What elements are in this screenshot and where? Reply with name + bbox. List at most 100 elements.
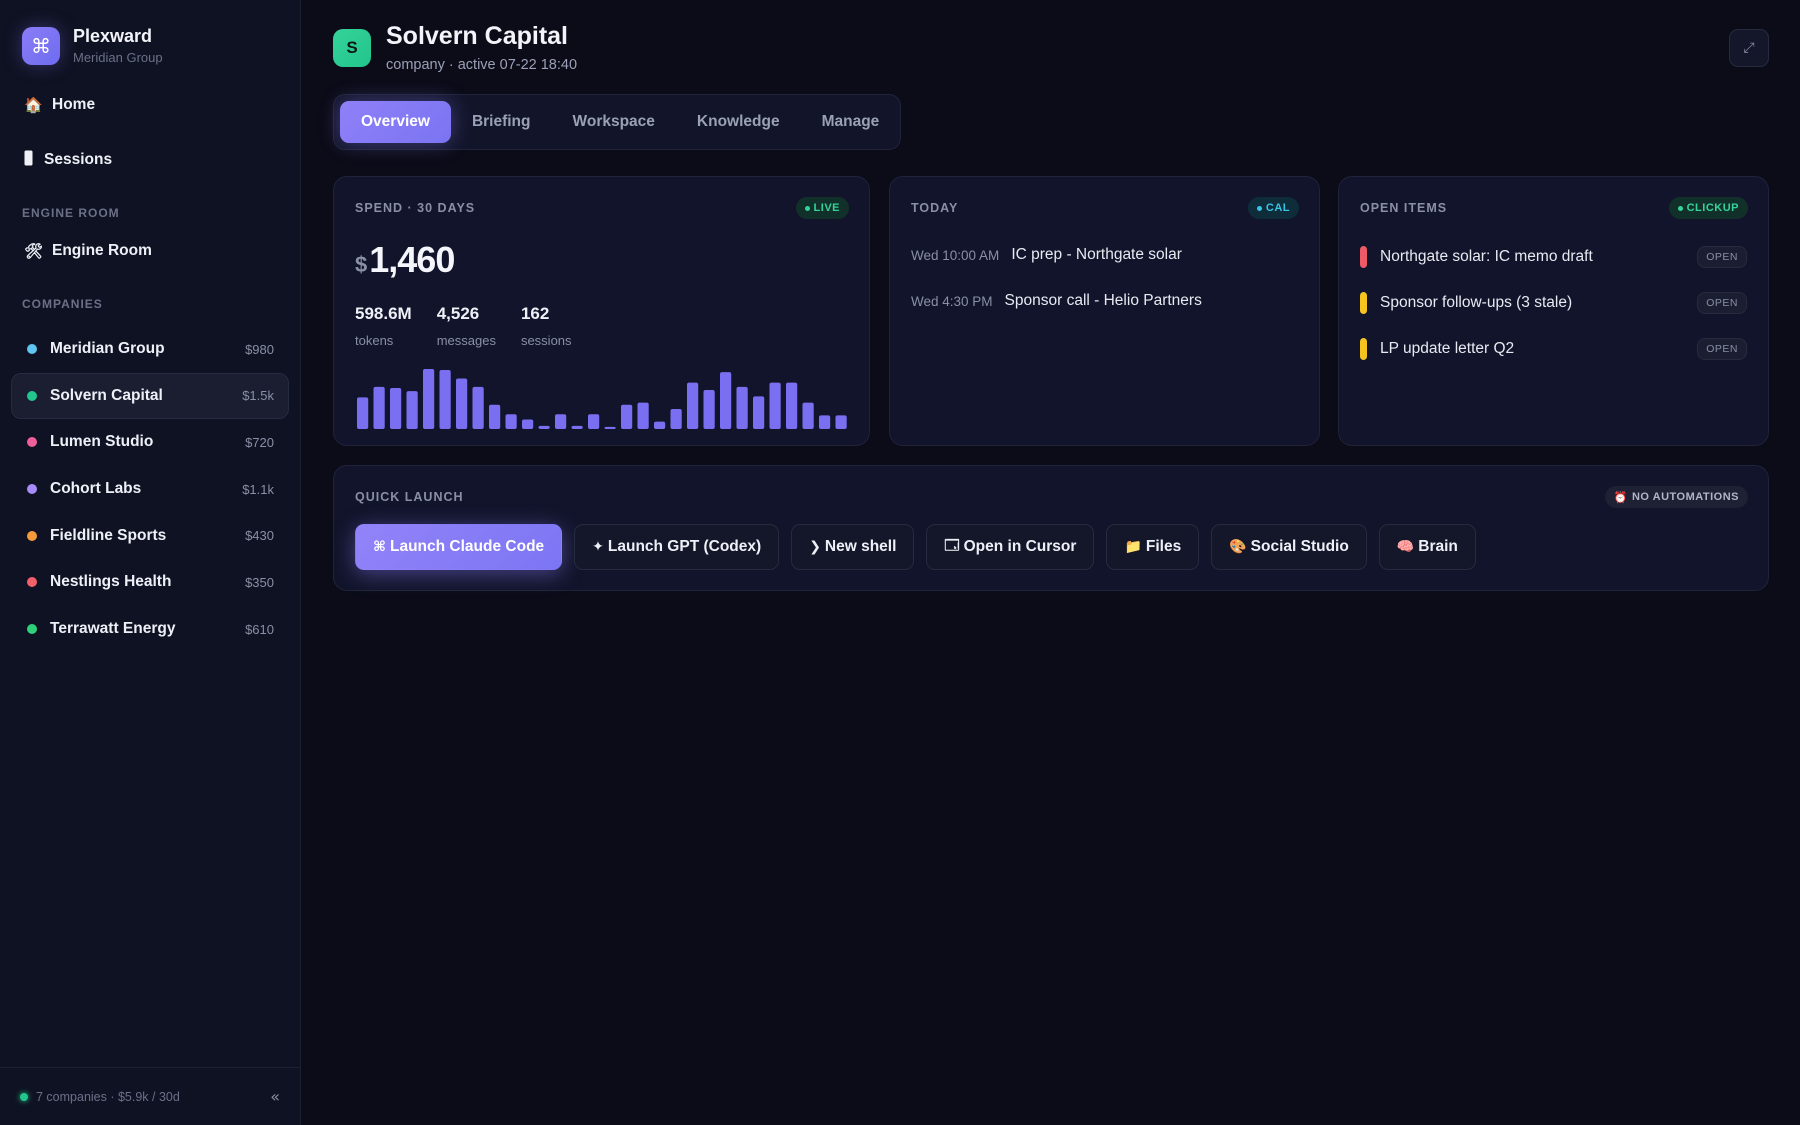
open-in-cursor-button[interactable]: 🗔 Open in Cursor [926, 524, 1095, 570]
spend-bar [819, 415, 831, 429]
button-label: New shell [824, 538, 897, 555]
button-label: Launch GPT (Codex) [607, 538, 762, 555]
spend-bar [588, 414, 600, 429]
brand-subtitle: Meridian Group [73, 50, 163, 65]
status-badge: OPEN [1697, 338, 1747, 360]
tab-bar: Overview Briefing Workspace Knowledge Manage [333, 94, 901, 150]
badge-text: CAL [1265, 202, 1290, 214]
open-items-card: OPEN ITEMS CLICKUP Northgate solar: IC m… [1338, 176, 1769, 446]
quick-launch-card: QUICK LAUNCH ⏰ NO AUTOMATIONS ⌘ Launch Cl… [333, 465, 1769, 591]
spend-bar [505, 414, 517, 429]
sidebar: ⌘ Plexward Meridian Group 🏠 Home Session… [0, 0, 301, 1125]
brain-button[interactable]: 🧠 Brain [1378, 524, 1476, 570]
company-name: Meridian Group [50, 340, 165, 357]
terminal-prompt-icon: ❯ [809, 539, 821, 555]
company-avatar: S [333, 29, 371, 67]
sidebar-item-company[interactable]: Terrawatt Energy $610 [11, 606, 289, 652]
sidebar-item-company[interactable]: Fieldline Sports $430 [11, 513, 289, 559]
tab-manage[interactable]: Manage [801, 101, 901, 143]
spend-bar [753, 396, 765, 429]
sidebar-item-home[interactable]: 🏠 Home [24, 96, 95, 114]
page-title: Solvern Capital [386, 22, 568, 50]
stat-value: 162 [520, 304, 550, 323]
company-name: Cohort Labs [50, 480, 142, 498]
launch-claude-code-button[interactable]: ⌘ Launch Claude Code [355, 524, 563, 570]
company-list: Meridian Group $980 Solvern Capital $1.5k Lu… [11, 326, 289, 653]
folder-icon: 📁 [1124, 539, 1142, 555]
open-item[interactable]: Sponsor follow-ups (3 stale) OPEN [1360, 291, 1747, 315]
tab-workspace[interactable]: Workspace [552, 101, 676, 143]
usage-stats: 598.6M tokens 4,526 messages 162 sessions [355, 304, 597, 348]
calendar-badge: CAL [1247, 197, 1299, 219]
brand[interactable]: ⌘ Plexward Meridian Group [22, 25, 163, 67]
launch-gpt-codex-button[interactable]: ✦ Launch GPT (Codex) [574, 524, 780, 570]
spend-bar [786, 382, 798, 429]
tab-knowledge[interactable]: Knowledge [676, 101, 801, 143]
company-color-dot [27, 484, 37, 495]
spend-bar [637, 402, 649, 429]
calendar-dot [1256, 205, 1262, 211]
sidebar-item-company[interactable]: Cohort Labs $1.1k [11, 466, 289, 512]
company-spend: $720 [245, 434, 274, 450]
sidebar-item-engine-room[interactable]: 🛠 Engine Room [24, 242, 152, 260]
company-color-dot [27, 437, 37, 448]
company-spend: $1.1k [242, 481, 274, 497]
company-spend: $980 [245, 341, 274, 357]
company-name: Fieldline Sports [50, 526, 167, 544]
tab-overview[interactable]: Overview [340, 101, 451, 143]
social-studio-button[interactable]: 🎨 Social Studio [1211, 524, 1367, 570]
spend-bar [703, 390, 715, 429]
badge-text: LIVE [813, 202, 840, 214]
spend-bar [604, 426, 616, 429]
clickup-badge: CLICKUP [1668, 197, 1748, 219]
currency-symbol: $ [355, 252, 368, 277]
sidebar-item-sessions[interactable]: Sessions [24, 150, 112, 170]
card-title: OPEN ITEMS [1360, 201, 1448, 215]
company-name: Solvern Capital [50, 386, 163, 404]
calendar-event[interactable]: Wed 10:00 AM IC prep - Northgate solar [911, 246, 1182, 264]
sidebar-item-company[interactable]: Lumen Studio $720 [11, 419, 289, 465]
sidebar-item-company[interactable]: Solvern Capital $1.5k [11, 372, 289, 419]
stat-label: messages [436, 333, 496, 348]
files-button[interactable]: 📁 Files [1106, 524, 1200, 570]
spend-bar [555, 414, 567, 429]
item-title: LP update letter Q2 [1380, 340, 1515, 357]
quick-launch-buttons: ⌘ Launch Claude Code ✦ Launch GPT (Codex) ❯ N… [355, 524, 1488, 570]
spend-bar [654, 421, 666, 429]
stat-messages: 4,526 messages [437, 304, 496, 348]
sidebar-item-company[interactable]: Nestlings Health $350 [11, 559, 289, 605]
new-shell-button[interactable]: ❯ New shell [791, 524, 915, 570]
spend-total: $ 1,460 [355, 239, 455, 281]
expand-button[interactable]: ⤢ [1729, 29, 1769, 67]
company-color-dot [27, 390, 37, 401]
item-title: Sponsor follow-ups (3 stale) [1380, 294, 1573, 311]
house-icon: 🏠 [24, 96, 43, 114]
section-label-companies: COMPANIES [22, 297, 103, 311]
tab-briefing[interactable]: Briefing [451, 101, 552, 143]
button-label: Launch Claude Code [390, 538, 545, 555]
stat-tokens: 598.6M tokens [355, 304, 412, 348]
spend-bar [835, 415, 847, 429]
card-title: QUICK LAUNCH [355, 490, 464, 504]
stat-sessions: 162 sessions [521, 304, 572, 348]
button-label: Files [1145, 538, 1182, 555]
spend-bar [390, 387, 402, 429]
stat-value: 598.6M [355, 304, 412, 323]
item-title: Northgate solar: IC memo draft [1380, 248, 1593, 265]
priority-indicator [1360, 338, 1367, 360]
open-item[interactable]: Northgate solar: IC memo draft OPEN [1360, 245, 1747, 269]
alarm-clock-icon: ⏰ [1613, 490, 1628, 504]
spend-bar [373, 386, 385, 429]
spend-bar [687, 382, 699, 429]
spend-bar [357, 397, 369, 429]
event-title: IC prep - Northgate solar [1011, 246, 1182, 263]
calendar-event[interactable]: Wed 4:30 PM Sponsor call - Helio Partners [911, 292, 1202, 310]
expand-icon: ⤢ [1743, 40, 1755, 56]
window-icon: 🗔 [944, 538, 960, 554]
collapse-sidebar-icon[interactable]: « [270, 1087, 280, 1106]
brain-icon: 🧠 [1396, 539, 1415, 555]
badge-text: CLICKUP [1686, 202, 1739, 214]
spend-bar [439, 370, 451, 429]
sidebar-item-company[interactable]: Meridian Group $980 [11, 326, 289, 372]
open-item[interactable]: LP update letter Q2 OPEN [1360, 337, 1747, 361]
